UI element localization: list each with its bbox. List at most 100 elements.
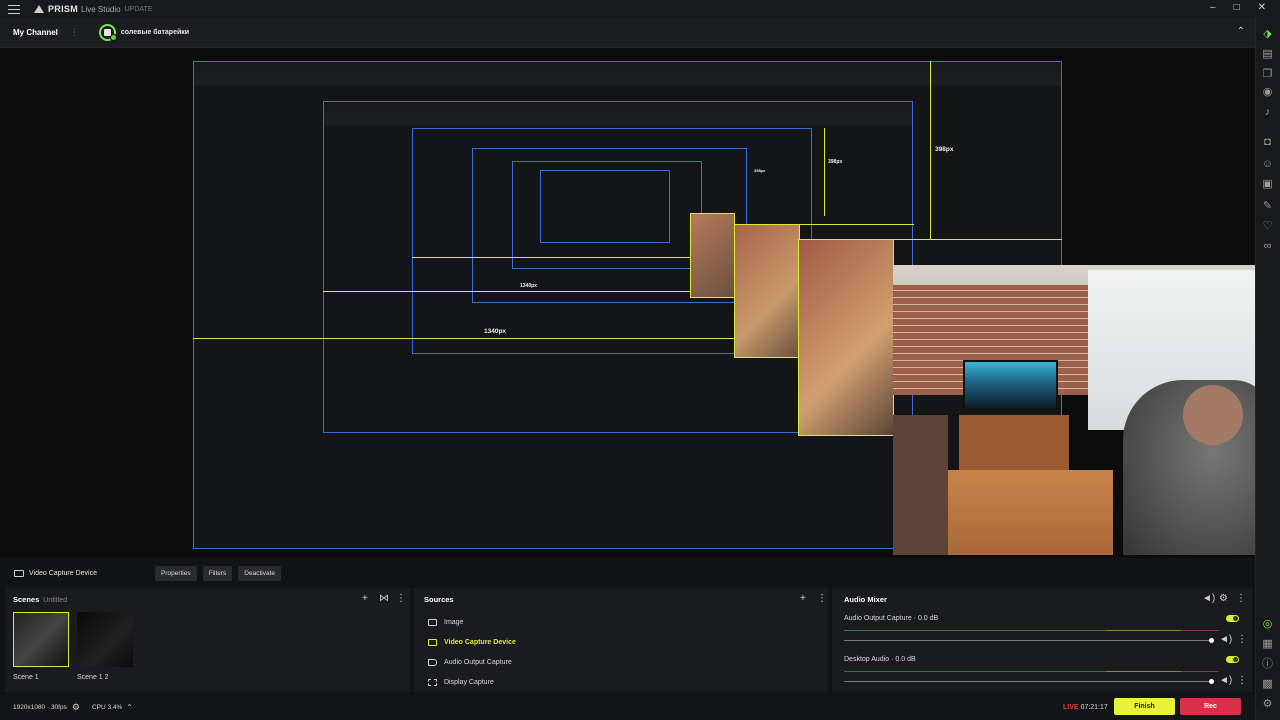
guide-line xyxy=(930,61,931,239)
live-indicator: LIVE 07:21:17 xyxy=(1063,704,1108,711)
minimize-button[interactable]: – xyxy=(1210,3,1216,13)
right-sidebar: ⬗ ▤ ❐ ◉ ♪ ◘ ☺ ▣ ✎ ♡ ∞ ◎ ▦ ⓘ ▩ ⚙ xyxy=(1255,18,1280,720)
mixer-channel-name-2: Desktop Audio · 0.0 dB xyxy=(844,656,916,663)
guide-line xyxy=(412,257,737,258)
dimension-label: 398px xyxy=(935,146,954,153)
add-source-icon[interactable]: + xyxy=(800,593,806,604)
copy-icon[interactable]: ❐ xyxy=(1261,68,1274,80)
camera-source-icon xyxy=(14,569,24,577)
preview-canvas[interactable]: 398px 398px 398px 1340px 1340px xyxy=(0,48,1255,558)
resolution-label: 1920x1080 · 30fps xyxy=(13,704,67,711)
app-subname: Live Studio xyxy=(81,4,121,14)
scenes-title: Scenes Untitled xyxy=(13,595,68,604)
source-item-video-capture[interactable]: Video Capture Device xyxy=(428,636,516,648)
source-item-image[interactable]: Image xyxy=(428,616,463,628)
scene-label-1[interactable]: Scene 1 xyxy=(13,674,39,681)
capture-frame-6 xyxy=(540,170,670,243)
source-toolbar: Video Capture Device Properties Filters … xyxy=(0,562,1255,584)
grid-icon[interactable]: ▩ xyxy=(1261,678,1274,690)
chat-icon[interactable]: ◉ xyxy=(1261,86,1274,98)
plus-badge-icon[interactable]: ◎ xyxy=(1261,618,1274,630)
level-meter-1 xyxy=(844,630,1219,631)
guide-line xyxy=(323,291,735,292)
mute-speaker-icon-2[interactable]: ◄) xyxy=(1219,675,1232,686)
scene-thumbnail-1[interactable] xyxy=(13,612,69,667)
nested-camera-image xyxy=(734,224,800,358)
sources-title: Sources xyxy=(424,595,454,604)
restore-button[interactable]: □ xyxy=(1234,3,1240,13)
mixer-settings-icon[interactable]: ⚙ xyxy=(1219,593,1228,604)
source-more-icon[interactable]: ⋮ xyxy=(817,593,827,604)
channel-bar: My Channel ⋮ солевые батарейки ⌃ xyxy=(0,18,1255,48)
collapse-chevron-icon[interactable]: ⌃ xyxy=(1237,26,1245,37)
volume-slider-knob-2[interactable] xyxy=(1209,679,1214,684)
hamburger-menu-icon[interactable] xyxy=(8,4,20,14)
mixer-toggle-2[interactable] xyxy=(1226,656,1239,663)
guide-line xyxy=(193,338,798,339)
camera-icon[interactable]: ◘ xyxy=(1261,136,1274,148)
display-icon xyxy=(428,678,437,686)
volume-slider-2[interactable] xyxy=(844,681,1214,682)
mixer-toggle-1[interactable] xyxy=(1226,615,1239,622)
audio-mixer-title: Audio Mixer xyxy=(844,595,887,604)
selected-source-name: Video Capture Device xyxy=(29,569,97,577)
app-name: PRISM xyxy=(48,4,79,14)
dimension-label: 1340px xyxy=(484,328,507,335)
output-settings-icon[interactable]: ⚙ xyxy=(72,702,80,713)
broadcast-settings-icon[interactable]: ⬗ xyxy=(1261,28,1274,40)
more-options-icon[interactable]: ⋮ xyxy=(70,27,79,38)
channel-label[interactable]: солевые батарейки xyxy=(121,29,189,36)
volume-slider-knob-1[interactable] xyxy=(1209,638,1214,643)
image-icon xyxy=(428,618,437,626)
nested-camera-image xyxy=(798,239,894,436)
properties-button[interactable]: Properties xyxy=(154,565,197,581)
source-item-display-capture[interactable]: Display Capture xyxy=(428,676,494,688)
draw-icon[interactable]: ✎ xyxy=(1261,200,1274,212)
channel-avatar[interactable] xyxy=(98,24,117,41)
speaker-icon xyxy=(428,658,437,666)
camera-feed xyxy=(893,265,1255,555)
finish-button[interactable]: Finish xyxy=(1114,698,1175,715)
scene-label-2[interactable]: Scene 1 2 xyxy=(77,674,109,681)
notification-bell-icon[interactable]: ♪ xyxy=(1261,106,1274,118)
link-icon[interactable]: ∞ xyxy=(1261,240,1274,252)
mixer-more-icon[interactable]: ⋮ xyxy=(1236,593,1246,604)
heart-icon[interactable]: ♡ xyxy=(1261,220,1274,232)
sticker-icon[interactable]: ▣ xyxy=(1261,178,1274,190)
cpu-usage-label: CPU 3.4% xyxy=(91,704,123,711)
mixer-channel-name-1: Audio Output Capture · 0.0 dB xyxy=(844,615,939,622)
layout-icon[interactable]: ▤ xyxy=(1261,48,1274,60)
dimension-label: 398px xyxy=(754,168,766,173)
rec-button[interactable]: Rec xyxy=(1180,698,1241,715)
deactivate-button[interactable]: Deactivate xyxy=(238,565,282,581)
source-item-audio-output[interactable]: Audio Output Capture xyxy=(428,656,512,668)
guide-line xyxy=(824,128,825,216)
scene-thumbnail-2[interactable] xyxy=(77,612,133,667)
live-timer: 07:21:17 xyxy=(1080,704,1108,711)
virtual-background-icon[interactable]: ☺ xyxy=(1261,158,1274,170)
filters-button[interactable]: Filters xyxy=(202,565,233,581)
channel-name[interactable]: My Channel xyxy=(13,28,58,37)
widgets-icon[interactable]: ▦ xyxy=(1261,638,1274,650)
dimension-label: 398px xyxy=(828,159,843,165)
update-label[interactable]: UPDATE xyxy=(125,6,153,13)
mute-speaker-icon-1[interactable]: ◄) xyxy=(1219,634,1232,645)
nested-camera-image xyxy=(690,213,735,298)
channel-more-icon-2[interactable]: ⋮ xyxy=(1237,675,1247,686)
settings-gear-icon[interactable]: ⚙ xyxy=(1261,698,1274,710)
info-icon[interactable]: ⓘ xyxy=(1261,658,1274,670)
camera-icon xyxy=(428,638,437,646)
level-meter-2 xyxy=(844,671,1219,672)
scene-more-icon[interactable]: ⋮ xyxy=(396,593,406,604)
scenes-panel: Scenes Untitled + ⋈ ⋮ Scene 1 Scene 1 2 xyxy=(5,588,410,692)
volume-slider-1[interactable] xyxy=(844,640,1214,641)
cpu-expand-chevron-icon[interactable]: ⌃ xyxy=(126,703,133,712)
scene-collection-dropdown[interactable]: Untitled xyxy=(43,597,67,604)
channel-more-icon-1[interactable]: ⋮ xyxy=(1237,634,1247,645)
scene-transition-icon[interactable]: ⋈ xyxy=(379,593,389,604)
add-scene-icon[interactable]: + xyxy=(362,593,368,604)
close-button[interactable]: ✕ xyxy=(1258,3,1266,13)
mixer-volume-icon[interactable]: ◄) xyxy=(1202,593,1215,604)
title-bar: PRISM Live Studio UPDATE – □ ✕ xyxy=(0,0,1280,18)
prism-logo-icon xyxy=(34,5,44,13)
